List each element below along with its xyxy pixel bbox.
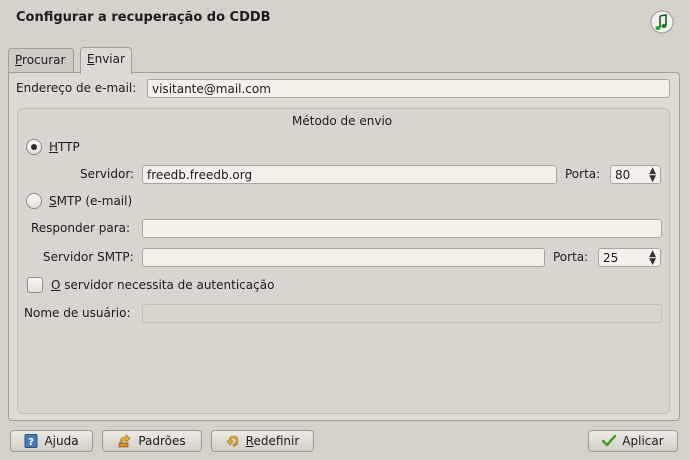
smtp-label-text: MTP (e-mail) [56, 194, 133, 208]
spin-arrows-icon[interactable]: ▲ ▼ [649, 167, 656, 184]
username-label: Nome de usuário: [24, 306, 131, 320]
help-icon: ? [24, 434, 38, 448]
apply-button-label: Aplicar [622, 434, 664, 448]
checkmark-icon [602, 434, 617, 448]
send-method-title: Método de envio [292, 114, 393, 128]
reply-to-field[interactable] [142, 219, 662, 238]
reset-icon [226, 434, 240, 448]
tab-enviar[interactable]: Enviar [80, 47, 132, 74]
tab-enviar-label: nviar [94, 52, 125, 66]
defaults-icon [118, 434, 132, 448]
smtp-server-label: Servidor SMTP: [43, 250, 134, 264]
reset-button-label: Redefinir [246, 434, 300, 448]
auth-label-text: servidor necessita de autenticação [60, 278, 275, 292]
tab-procurar-label: rocurar [22, 53, 66, 67]
smtp-radio-label[interactable]: SMTP (e-mail) [49, 194, 132, 208]
smtp-port-spinbox[interactable]: 25 ▲ ▼ [598, 248, 661, 267]
auth-checkbox[interactable] [27, 277, 43, 293]
reset-label-text: edefinir [253, 434, 300, 448]
svg-text:?: ? [29, 437, 35, 448]
smtp-radio[interactable] [26, 193, 42, 209]
smtp-port-label: Porta: [553, 250, 589, 264]
auth-checkbox-label[interactable]: O servidor necessita de autenticação [51, 278, 274, 292]
http-label-text: TTP [58, 140, 80, 154]
http-port-label: Porta: [565, 167, 601, 181]
spin-arrows-icon[interactable]: ▲ ▼ [649, 250, 656, 267]
defaults-button[interactable]: Padrões [102, 430, 202, 452]
http-server-field[interactable]: freedb.freedb.org [142, 165, 557, 184]
defaults-button-label: Padrões [138, 434, 186, 448]
email-label: Endereço de e-mail: [16, 81, 137, 95]
smtp-mnemonic: S [49, 194, 57, 208]
http-radio[interactable] [26, 139, 42, 155]
apply-button[interactable]: Aplicar [588, 430, 678, 452]
help-button-label: Ajuda [44, 434, 79, 448]
dialog-title: Configurar a recuperação do CDDB [16, 10, 271, 25]
smtp-port-value: 25 [603, 251, 619, 265]
smtp-server-field[interactable] [142, 248, 545, 267]
tab-procurar-mnemonic: P [15, 53, 23, 67]
http-mnemonic: H [49, 140, 59, 154]
reset-button[interactable]: Redefinir [211, 430, 314, 452]
http-port-value: 80 [615, 168, 631, 182]
http-port-spinbox[interactable]: 80 ▲ ▼ [610, 165, 661, 184]
tab-procurar[interactable]: Procurar [8, 48, 74, 72]
tab-enviar-mnemonic: E [87, 52, 95, 66]
http-radio-label[interactable]: HTTP [49, 140, 80, 154]
email-field[interactable]: visitante@mail.com [147, 79, 670, 98]
username-field[interactable] [142, 304, 662, 323]
server-label: Servidor: [80, 167, 135, 181]
music-note-icon [650, 10, 674, 34]
radio-selected-dot [31, 144, 37, 150]
help-button[interactable]: ? Ajuda [10, 430, 93, 452]
reply-to-label: Responder para: [31, 221, 131, 235]
